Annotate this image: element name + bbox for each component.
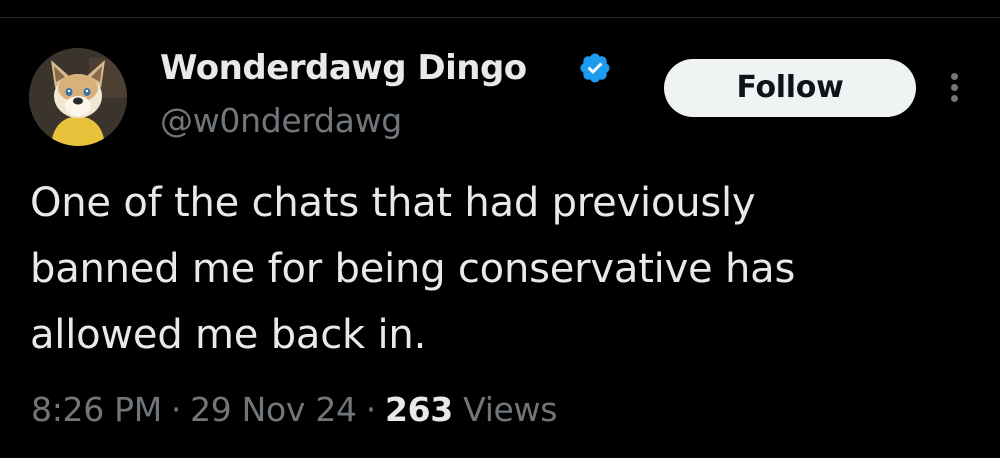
- tweet-meta: 8:26 PM · 29 Nov 24 · 263 Views: [31, 386, 557, 434]
- dot: [951, 73, 958, 80]
- follow-button[interactable]: Follow: [664, 59, 916, 117]
- tweet-text: One of the chats that had previously ban…: [30, 170, 980, 368]
- display-name[interactable]: Wonderdawg Dingo: [160, 44, 527, 92]
- user-handle[interactable]: @w0nderdawg: [160, 99, 402, 143]
- tweet-date[interactable]: 29 Nov 24: [190, 390, 357, 429]
- dot: [951, 95, 958, 102]
- tweet-time[interactable]: 8:26 PM: [31, 390, 162, 429]
- views-count: 263: [384, 390, 453, 429]
- avatar[interactable]: [29, 48, 127, 146]
- tweet-text-line: banned me for being conservative has: [30, 246, 796, 292]
- top-divider: [0, 0, 1000, 18]
- views-label: Views: [463, 390, 558, 429]
- verified-badge-icon: [580, 53, 610, 83]
- separator: ·: [365, 390, 377, 429]
- fursuit-dog-avatar-icon: [29, 48, 127, 146]
- more-options-icon[interactable]: [940, 66, 970, 110]
- tweet-text-line: allowed me back in.: [30, 312, 427, 358]
- tweet-text-line: One of the chats that had previously: [30, 180, 756, 226]
- dot: [951, 84, 958, 91]
- separator: ·: [170, 390, 182, 429]
